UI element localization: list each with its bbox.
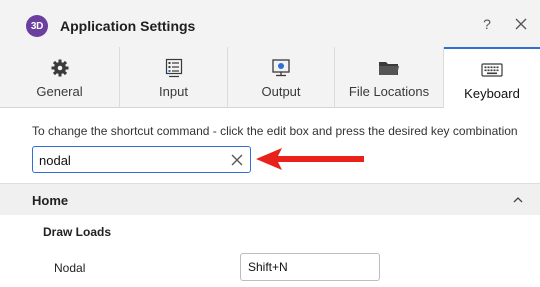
shortcut-edit-box[interactable]: Shift+N — [240, 253, 380, 281]
section-header-home[interactable]: Home — [0, 183, 540, 215]
chevron-up-icon[interactable] — [512, 194, 524, 206]
clear-icon — [231, 154, 243, 166]
help-button[interactable]: ? — [480, 16, 494, 34]
tab-general[interactable]: General — [0, 47, 120, 108]
gear-icon — [49, 59, 71, 77]
app-logo-icon: 3D — [26, 15, 48, 37]
command-label: Nodal — [54, 261, 86, 275]
tab-output-label: Output — [261, 84, 301, 99]
shortcut-search-input[interactable] — [39, 151, 219, 169]
clear-search-button[interactable] — [230, 153, 244, 167]
section-title: Home — [32, 193, 69, 208]
input-list-icon — [163, 58, 185, 78]
tab-input[interactable]: Input — [120, 47, 228, 108]
monitor-icon — [270, 59, 292, 77]
group-title: Draw Loads — [43, 225, 112, 239]
tab-file-locations-label: File Locations — [348, 84, 430, 99]
title-bar: 3D Application Settings ? — [0, 0, 540, 47]
close-button[interactable] — [512, 15, 530, 33]
instruction-text: To change the shortcut command - click t… — [32, 124, 518, 138]
shortcut-search-box[interactable] — [32, 146, 251, 173]
settings-tabs: General Input Output File Locations Keyb… — [0, 47, 540, 108]
tab-keyboard[interactable]: Keyboard — [444, 47, 540, 108]
tab-general-label: General — [36, 84, 83, 99]
shortcut-value: Shift+N — [248, 260, 288, 274]
tab-input-label: Input — [159, 84, 188, 99]
close-icon — [515, 18, 527, 30]
keyboard-icon — [481, 61, 503, 79]
tab-keyboard-label: Keyboard — [464, 86, 520, 101]
window-title: Application Settings — [60, 18, 196, 34]
tab-output[interactable]: Output — [228, 47, 335, 108]
tab-file-locations[interactable]: File Locations — [335, 47, 444, 108]
red-arrow-icon — [256, 148, 364, 170]
folder-icon — [378, 59, 400, 77]
